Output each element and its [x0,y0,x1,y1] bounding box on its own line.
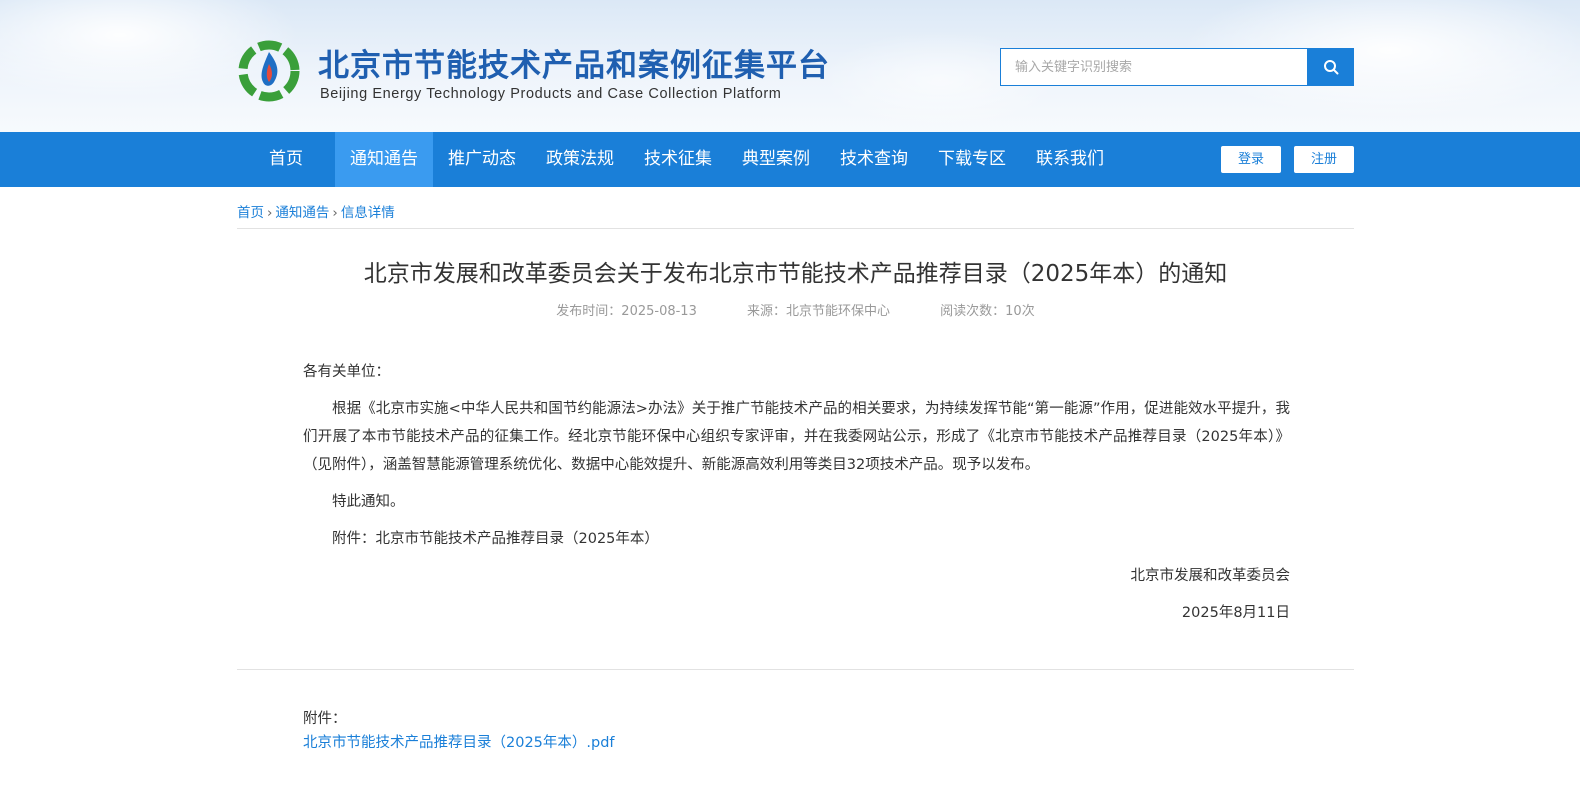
nav-item-tech-query[interactable]: 技术查询 [825,132,923,187]
attachments-label: 附件： [303,711,347,727]
paragraph-main: 根据《北京市实施<中华人民共和国节约能源法>办法》关于推广节能技术产品的相关要求… [303,401,1290,473]
login-button[interactable]: 登录 [1221,146,1281,173]
nav-item-contact[interactable]: 联系我们 [1021,132,1119,187]
attachment-link[interactable]: 北京市节能技术产品推荐目录（2025年本）.pdf [303,731,615,752]
site-title-cn: 北京市节能技术产品和案例征集平台 [318,48,830,84]
article-meta: 发布时间：2025-08-13 来源：北京节能环保中心 阅读次数：10次 [237,300,1354,319]
signature: 北京市发展和改革委员会 [1130,568,1291,584]
breadcrumb-current[interactable]: 信息详情 [341,205,395,221]
nav-item-downloads[interactable]: 下载专区 [923,132,1021,187]
article-title: 北京市发展和改革委员会关于发布北京市节能技术产品推荐目录（2025年本）的通知 [363,261,1228,287]
breadcrumb-home[interactable]: 首页 [237,205,264,221]
divider [237,669,1354,670]
nav-item-tech-collection[interactable]: 技术征集 [629,132,727,187]
search-input[interactable] [1000,48,1308,86]
paragraph-notice: 特此通知。 [332,494,405,510]
nav-item-notices[interactable]: 通知通告 [335,132,433,187]
nav-item-promotion[interactable]: 推广动态 [433,132,531,187]
site-header: 北京市节能技术产品和案例征集平台 Beijing Energy Technolo… [0,0,1580,132]
paragraph-attachment: 附件：北京市节能技术产品推荐目录（2025年本） [332,531,659,547]
publish-time: 发布时间：2025-08-13 [556,304,697,319]
read-count: 阅读次数：10次 [940,304,1035,319]
breadcrumb-notices[interactable]: 通知通告 [275,205,329,221]
sign-date: 2025年8月11日 [1181,605,1290,621]
site-logo[interactable]: 北京市节能技术产品和案例征集平台 Beijing Energy Technolo… [238,38,838,108]
nav-item-home[interactable]: 首页 [237,132,335,187]
search-button[interactable] [1307,48,1354,86]
search-icon [1323,60,1338,75]
chevron-right-icon: › [332,205,338,221]
salutation: 各有关单位： [303,364,390,380]
article-body: 各有关单位： 根据《北京市实施<中华人民共和国节约能源法>办法》关于推广节能技术… [303,358,1290,636]
logo-emblem-icon [238,40,300,102]
divider [237,228,1354,229]
source: 来源：北京节能环保中心 [747,304,891,319]
site-title-en: Beijing Energy Technology Products and C… [320,86,782,102]
register-button[interactable]: 注册 [1294,146,1354,173]
nav-item-policy[interactable]: 政策法规 [531,132,629,187]
chevron-right-icon: › [267,205,273,221]
nav-item-cases[interactable]: 典型案例 [727,132,825,187]
breadcrumb: 首页 › 通知通告 › 信息详情 [237,201,395,221]
